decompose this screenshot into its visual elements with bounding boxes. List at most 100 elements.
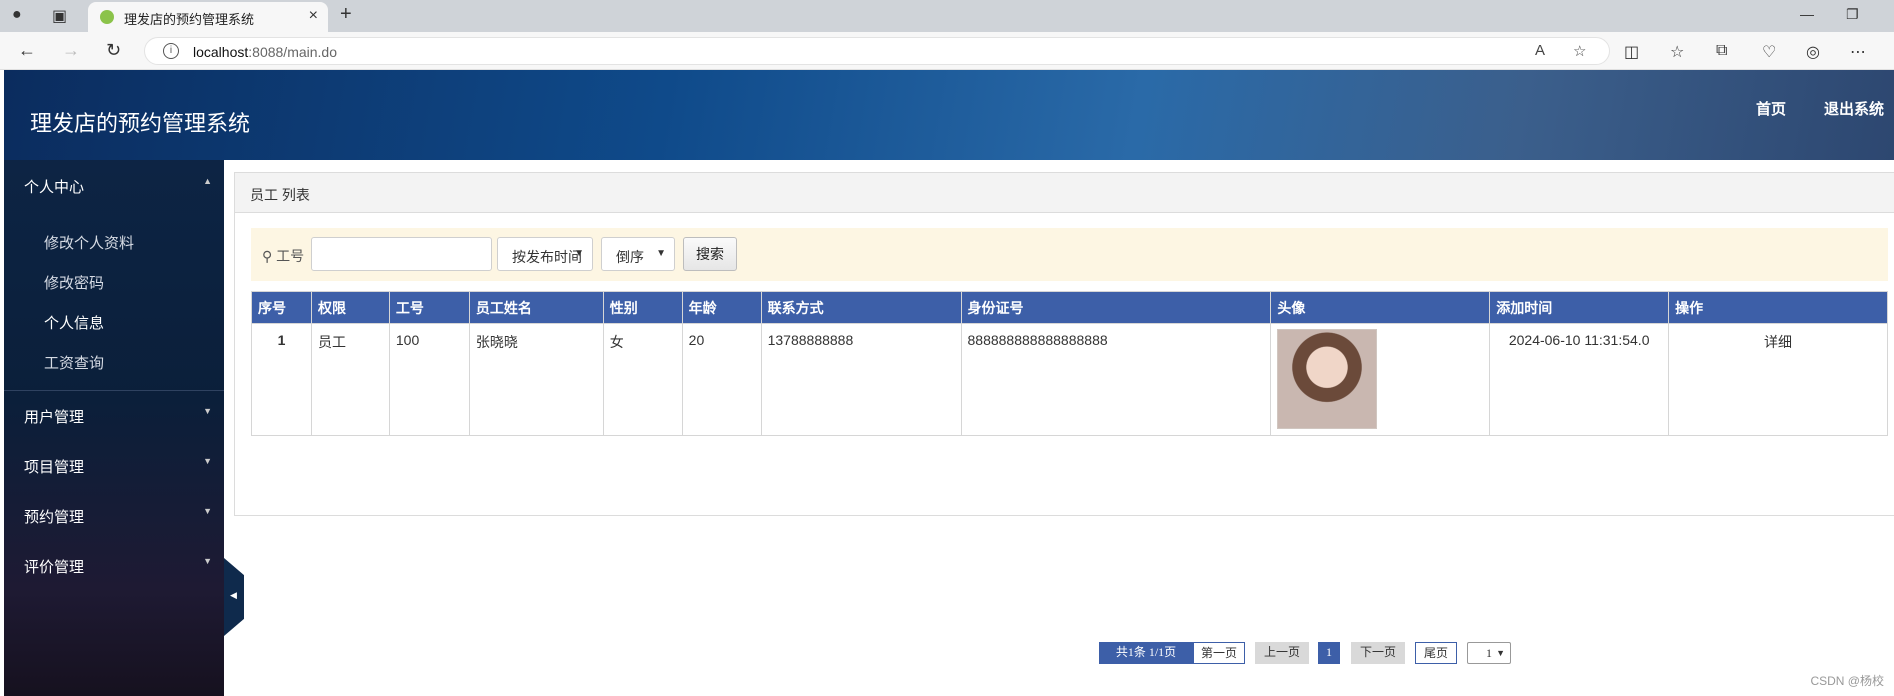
sidebar-item-personal-info[interactable]: 个人信息 xyxy=(44,312,104,333)
pagination: 共1条 1/1页 第一页 上一页 1 下一页 尾页 1 ▼ xyxy=(235,642,1894,664)
cell-index: 1 xyxy=(251,323,312,436)
cell-role: 员工 xyxy=(310,323,390,436)
sidebar-item-edit-profile[interactable]: 修改个人资料 xyxy=(44,232,134,253)
col-phone: 联系方式 xyxy=(760,291,962,324)
caret-down-icon: ▼ xyxy=(203,406,212,416)
chevron-down-icon: ▼ xyxy=(656,248,666,259)
more-options-icon[interactable]: ⋯ xyxy=(1850,42,1866,62)
leaf-icon xyxy=(100,10,114,24)
browser-tab-active[interactable]: 理发店的预约管理系统 × xyxy=(88,2,328,32)
tab-actions-icon[interactable]: ▣ xyxy=(52,6,67,26)
watermark: CSDN @杨校 xyxy=(1810,674,1884,688)
cell-avatar xyxy=(1270,323,1491,436)
sidebar-group-booking-management[interactable]: 预约管理 ▼ xyxy=(4,490,224,538)
split-screen-icon[interactable]: ◫ xyxy=(1624,42,1639,62)
caret-down-icon: ▼ xyxy=(203,556,212,566)
sidebar-group-label: 项目管理 xyxy=(24,459,85,476)
sidebar-group-label: 个人中心 xyxy=(24,179,85,196)
sort-order-value: 倒序 xyxy=(616,249,644,265)
sidebar-group-label: 预约管理 xyxy=(24,509,85,526)
table-row: 1 员工 100 张晓晓 女 20 13788888888 8888888888… xyxy=(251,323,1888,436)
last-page-button[interactable]: 尾页 xyxy=(1415,642,1457,664)
current-page-button[interactable]: 1 xyxy=(1318,642,1340,664)
cell-id-card: 888888888888888888 xyxy=(960,323,1272,436)
sort-field-select[interactable]: 按发布时间 ▼ xyxy=(497,237,593,271)
page-select[interactable]: 1 ▼ xyxy=(1467,642,1511,664)
col-name: 员工姓名 xyxy=(468,291,604,324)
col-added-time: 添加时间 xyxy=(1489,291,1670,324)
caret-down-icon: ▼ xyxy=(203,506,212,516)
app-brand-title: 理发店的预约管理系统 xyxy=(30,111,251,136)
col-emp-no: 工号 xyxy=(388,291,470,324)
col-avatar: 头像 xyxy=(1270,291,1491,324)
tab-title: 理发店的预约管理系统 xyxy=(124,12,255,27)
detail-link[interactable]: 详细 xyxy=(1668,323,1888,436)
sidebar-group-label: 评价管理 xyxy=(24,559,85,576)
sort-field-value: 按发布时间 xyxy=(512,249,582,265)
sidebar-group-review-management[interactable]: 评价管理 ▼ xyxy=(4,540,224,588)
new-tab-icon[interactable]: + xyxy=(340,3,352,26)
favorites-icon[interactable]: ☆ xyxy=(1670,42,1684,62)
col-index: 序号 xyxy=(251,291,312,324)
nav-logout-link[interactable]: 退出系统 xyxy=(1824,98,1884,119)
edge-icon[interactable]: ◎ xyxy=(1806,42,1820,62)
url-text: localhost:8088/main.do xyxy=(193,44,337,60)
pagination-info: 共1条 1/1页 xyxy=(1099,642,1193,664)
cell-phone: 13788888888 xyxy=(760,323,962,436)
search-bar: ⚲ 工号 按发布时间 ▼ 倒序 ▼ 搜索 xyxy=(251,228,1888,281)
sidebar-item-change-password[interactable]: 修改密码 xyxy=(44,272,104,293)
search-field-label: ⚲ 工号 xyxy=(262,246,304,266)
sidebar-group-user-management[interactable]: 用户管理 ▼ xyxy=(4,390,224,438)
read-aloud-icon[interactable]: A xyxy=(1535,42,1545,59)
forward-arrow-icon[interactable]: → xyxy=(62,40,80,61)
back-arrow-icon[interactable]: ← xyxy=(18,40,36,61)
favorite-star-icon[interactable]: ☆ xyxy=(1573,42,1586,60)
content-panel: 员工 列表 ⚲ 工号 按发布时间 ▼ 倒序 ▼ 搜索 序号 权限 工号 员工姓名… xyxy=(234,172,1894,664)
info-icon[interactable]: i xyxy=(163,43,179,59)
sidebar: 个人中心 ▲ 修改个人资料 修改密码 个人信息 工资查询 用户管理 ▼ 项目管理… xyxy=(4,160,224,696)
page-select-value: 1 xyxy=(1486,646,1492,660)
sidebar-item-salary-query[interactable]: 工资查询 xyxy=(44,352,104,373)
col-role: 权限 xyxy=(310,291,390,324)
refresh-icon[interactable]: ↻ xyxy=(106,40,121,61)
close-icon[interactable]: × xyxy=(309,7,318,25)
prev-page-button[interactable]: 上一页 xyxy=(1255,642,1309,664)
url-field[interactable]: i localhost:8088/main.do A ☆ xyxy=(144,37,1610,65)
panel-title: 员工 列表 xyxy=(250,187,310,203)
col-age: 年龄 xyxy=(681,291,762,324)
sidebar-group-personal-center[interactable]: 个人中心 ▲ xyxy=(4,160,224,208)
sidebar-group-project-management[interactable]: 项目管理 ▼ xyxy=(4,440,224,488)
employee-number-input[interactable] xyxy=(311,237,492,271)
employee-table: 序号 权限 工号 员工姓名 性别 年龄 联系方式 身份证号 头像 添加时间 操作… xyxy=(251,291,1888,436)
avatar xyxy=(1277,329,1378,429)
first-page-button[interactable]: 第一页 xyxy=(1193,642,1245,664)
minimize-icon[interactable]: — xyxy=(1800,6,1814,22)
restore-icon[interactable]: ❐ xyxy=(1846,6,1859,23)
chevron-down-icon: ▼ xyxy=(574,248,584,259)
col-gender: 性别 xyxy=(602,291,683,324)
sort-order-select[interactable]: 倒序 ▼ xyxy=(601,237,675,271)
search-button[interactable]: 搜索 xyxy=(683,237,737,271)
url-host: localhost xyxy=(193,44,249,60)
caret-left-icon: ◀ xyxy=(230,590,237,600)
caret-up-icon: ▲ xyxy=(203,176,212,186)
cell-gender: 女 xyxy=(602,323,683,436)
sidebar-group-label: 用户管理 xyxy=(24,409,85,426)
caret-down-icon: ▼ xyxy=(203,456,212,466)
cell-age: 20 xyxy=(681,323,762,436)
sidebar-collapse-toggle[interactable]: ◀ xyxy=(224,558,244,636)
profile-icon[interactable]: ● xyxy=(12,6,22,24)
col-actions: 操作 xyxy=(1668,291,1888,324)
collections-icon[interactable]: ⧉ xyxy=(1716,42,1727,60)
browser-tab-bar: ● ▣ 理发店的预约管理系统 × + — ❐ xyxy=(0,0,1894,32)
browser-address-bar: ← → ↻ i localhost:8088/main.do A ☆ ◫ ☆ ⧉… xyxy=(0,32,1894,70)
nav-home-link[interactable]: 首页 xyxy=(1756,98,1786,119)
col-id-card: 身份证号 xyxy=(960,291,1272,324)
cell-added-time: 2024-06-10 11:31:54.0 xyxy=(1489,323,1670,436)
next-page-button[interactable]: 下一页 xyxy=(1351,642,1405,664)
app-header: 理发店的预约管理系统 首页 退出系统 xyxy=(4,70,1894,160)
url-path: :8088/main.do xyxy=(248,44,337,60)
search-icon: ⚲ xyxy=(262,248,273,264)
chevron-down-icon: ▼ xyxy=(1496,648,1505,658)
extensions-icon[interactable]: ♡ xyxy=(1762,42,1776,62)
